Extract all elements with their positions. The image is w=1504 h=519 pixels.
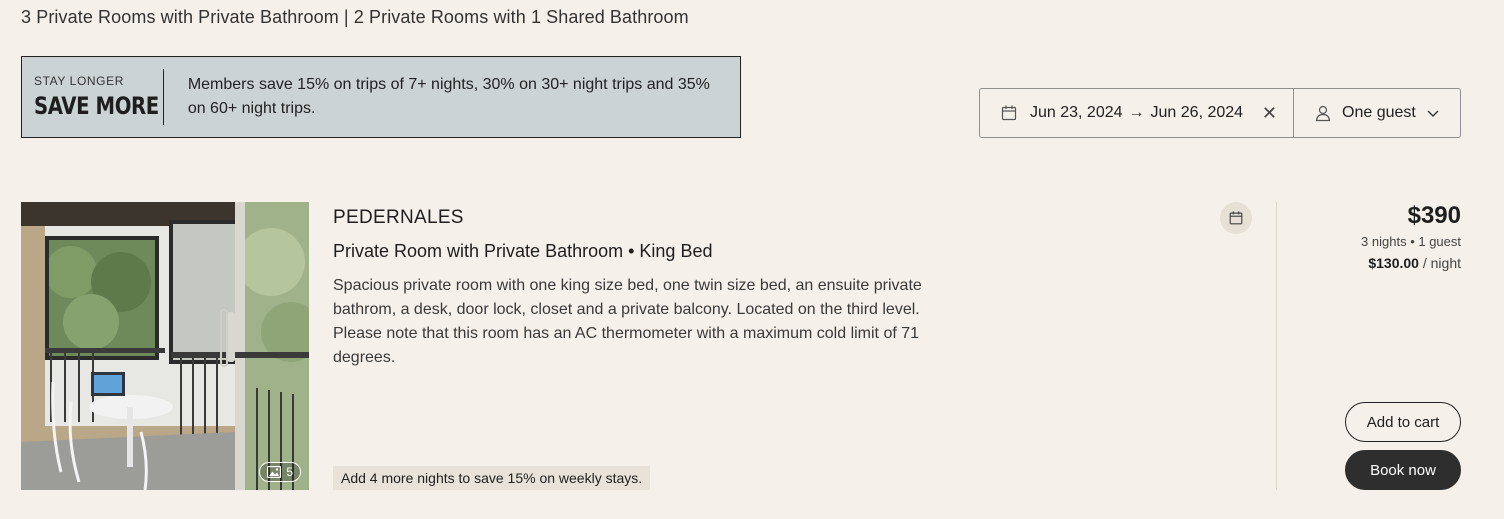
stay-longer-banner: STAY LONGER SAVE MORE Members save 15% o… [21, 56, 741, 138]
promo-heading: STAY LONGER SAVE MORE [22, 74, 163, 120]
room-photo[interactable]: 5 [21, 202, 309, 490]
availability-calendar-button[interactable] [1220, 202, 1252, 234]
nightly-rate: $130.00 / night [1361, 255, 1461, 271]
room-type: Private Room with Private Bathroom • Kin… [333, 241, 713, 261]
guest-count: One guest [1342, 104, 1416, 121]
divider [1276, 202, 1277, 490]
price-summary: $390 3 nights • 1 guest $130.00 / night [1361, 202, 1461, 271]
chevron-down-icon [1427, 110, 1439, 117]
photo-count: 5 [286, 465, 293, 479]
availability-search: Jun 23, 2024 → Jun 26, 2024 ✕ One guest [979, 88, 1461, 138]
add-to-cart-button[interactable]: Add to cart [1345, 402, 1461, 442]
room-photo-image [21, 202, 309, 490]
nights-guests: 3 nights • 1 guest [1361, 234, 1461, 249]
guest-selector[interactable]: One guest [1294, 89, 1460, 137]
upsell-note: Add 4 more nights to save 15% on weekly … [333, 466, 651, 490]
room-description: Spacious private room with one king size… [333, 277, 922, 366]
room-name: PEDERNALES [333, 207, 464, 228]
nightly-suffix: / night [1418, 255, 1461, 271]
person-icon [1315, 105, 1331, 122]
promo-text: Members save 15% on trips of 7+ nights, … [187, 76, 710, 117]
promo-headline: SAVE MORE [34, 92, 159, 120]
image-icon [267, 466, 282, 478]
book-now-button[interactable]: Book now [1345, 450, 1461, 490]
date-range-picker[interactable]: Jun 23, 2024 → Jun 26, 2024 ✕ [980, 89, 1294, 137]
promo-eyebrow: STAY LONGER [34, 74, 124, 88]
check-in-date: Jun 23, 2024 [1030, 104, 1123, 121]
check-out-date: Jun 26, 2024 [1150, 104, 1244, 121]
close-icon[interactable]: ✕ [1262, 104, 1277, 122]
calendar-icon [1001, 105, 1017, 121]
photo-count-badge[interactable]: 5 [259, 462, 301, 482]
nightly-price: $130.00 [1368, 255, 1419, 271]
room-summary: 3 Private Rooms with Private Bathroom | … [21, 7, 689, 27]
total-price: $390 [1407, 202, 1461, 229]
arrow-right-icon: → [1128, 104, 1145, 121]
calendar-icon [1229, 211, 1243, 225]
